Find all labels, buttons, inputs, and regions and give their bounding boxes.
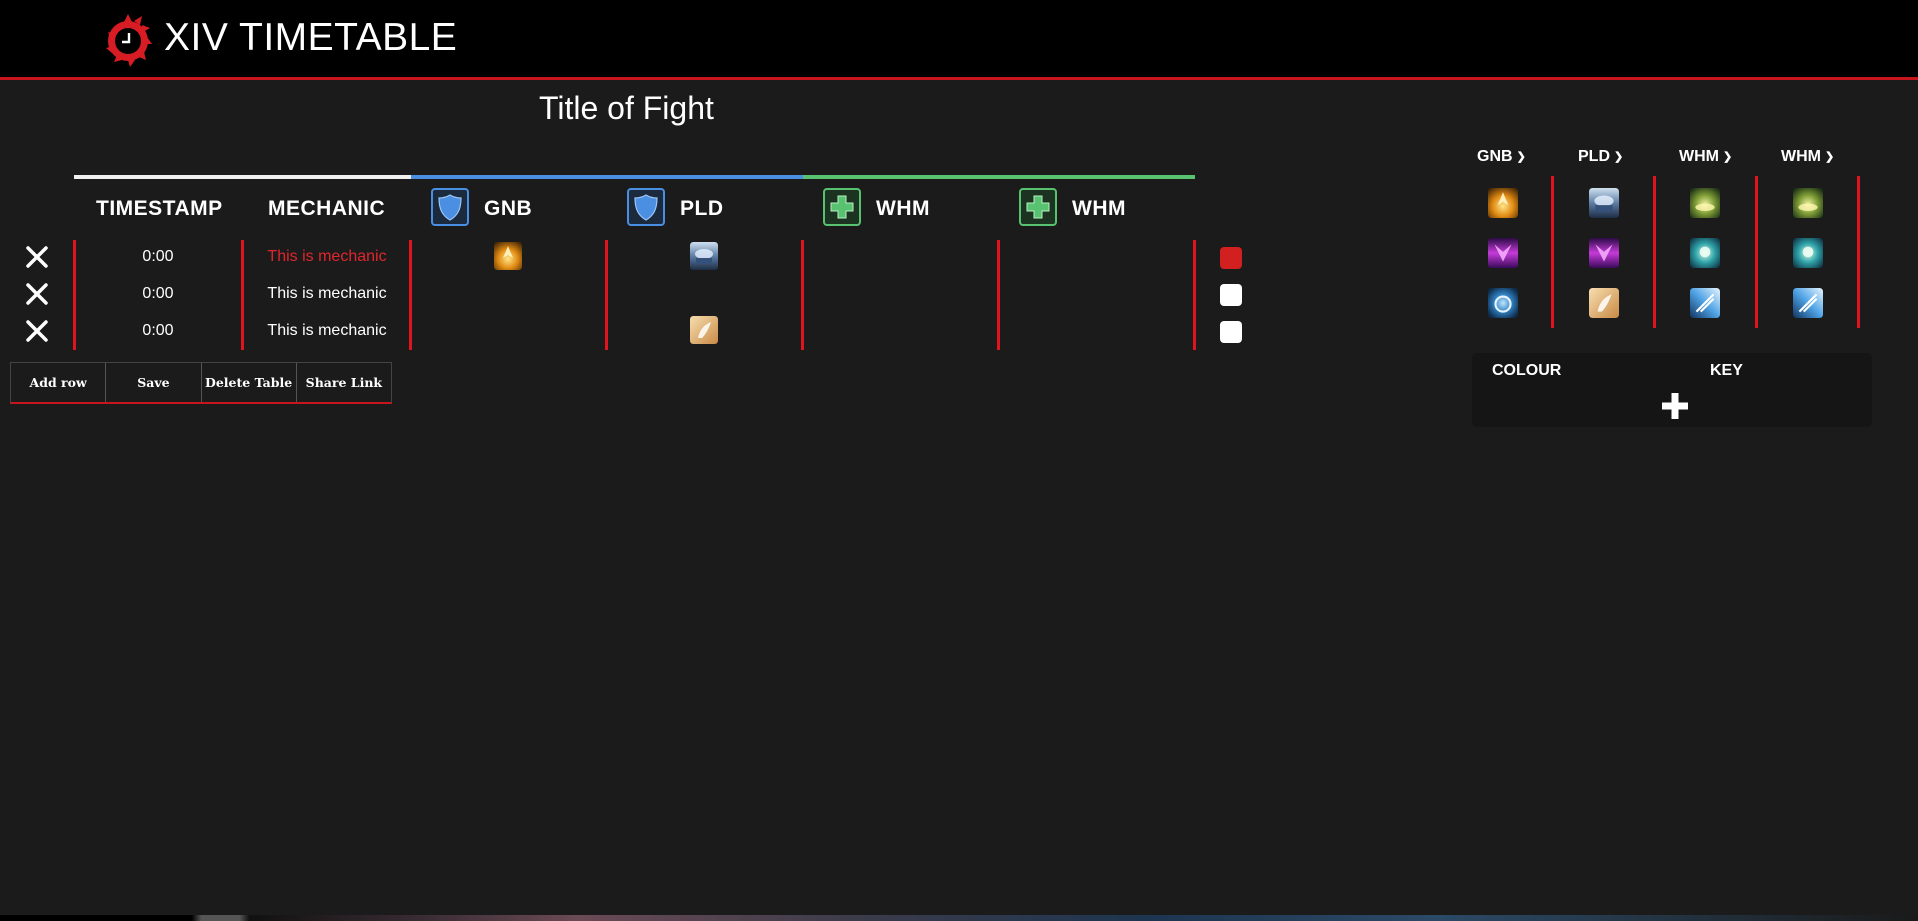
gnb-skill-icon[interactable] (494, 242, 522, 270)
whm-skill-icon-2[interactable] (1690, 238, 1720, 268)
taskbar-strip (0, 915, 1918, 921)
palette-divider (1857, 176, 1860, 328)
colour-key-legend: COLOUR KEY (1472, 353, 1872, 427)
whm-skill-icon-3[interactable] (1793, 288, 1823, 318)
palette-job-label: PLD (1578, 148, 1610, 165)
row-timestamp[interactable]: 0:00 (118, 322, 198, 340)
legend-colour-header: COLOUR (1492, 362, 1562, 379)
palette-job-label: WHM (1679, 148, 1719, 165)
whm-skill-icon-2[interactable] (1793, 238, 1823, 268)
whm-skill-icon-1[interactable] (1690, 188, 1720, 218)
column-divider (1193, 240, 1196, 350)
brand-title[interactable]: XIV TIMETABLE (164, 16, 457, 60)
row-mechanic[interactable]: This is mechanic (242, 248, 412, 266)
timetable-logo-icon[interactable] (102, 10, 154, 68)
column-header-mechanic: MECHANIC (268, 197, 386, 220)
plus-icon[interactable] (1660, 391, 1690, 421)
gnb-skill-icon-1[interactable] (1488, 188, 1518, 218)
column-header-job-3[interactable]: WHM (876, 197, 930, 221)
column-header-job-4[interactable]: WHM (1072, 197, 1126, 221)
chevron-down-icon: ❯ (1516, 151, 1526, 163)
pld-skill-icon-1[interactable] (1589, 188, 1619, 218)
delete-row-icon[interactable] (22, 316, 52, 346)
whm-skill-icon-3[interactable] (1690, 288, 1720, 318)
chevron-down-icon: ❯ (1722, 151, 1733, 163)
legend-key-header: KEY (1710, 362, 1743, 379)
row-timestamp[interactable]: 0:00 (118, 248, 198, 266)
healer-cross-icon (1019, 188, 1057, 226)
palette-divider (1551, 176, 1554, 328)
palette-job-label: GNB (1477, 148, 1513, 165)
pld-skill-icon-3[interactable] (1589, 288, 1619, 318)
whm-skill-icon-1[interactable] (1793, 188, 1823, 218)
chevron-down-icon: ❯ (1614, 151, 1624, 163)
gnb-skill-icon-2[interactable] (1488, 238, 1518, 268)
row-timestamp[interactable]: 0:00 (118, 285, 198, 303)
palette-job-select-1[interactable]: GNB ❯ (1477, 148, 1526, 166)
tank-shield-icon (627, 188, 665, 226)
pld-skill-icon-2[interactable] (1589, 238, 1619, 268)
delete-row-icon[interactable] (22, 242, 52, 272)
save-button[interactable]: Save (106, 363, 202, 402)
row-color-swatch[interactable] (1220, 284, 1242, 306)
palette-job-label: WHM (1781, 148, 1821, 165)
delete-table-button[interactable]: Delete Table (202, 363, 297, 402)
delete-row-icon[interactable] (22, 279, 52, 309)
pld-skill-icon-3[interactable] (690, 316, 718, 344)
column-divider (605, 240, 608, 350)
palette-job-select-4[interactable]: WHM ❯ (1781, 148, 1834, 166)
palette-divider (1755, 176, 1758, 328)
row-color-swatch[interactable] (1220, 321, 1242, 343)
row-mechanic[interactable]: This is mechanic (242, 322, 412, 340)
palette-divider (1653, 176, 1656, 328)
row-color-swatch[interactable] (1220, 247, 1242, 269)
tank-shield-icon (431, 188, 469, 226)
table-actions: Add row Save Delete Table Share Link (10, 362, 392, 404)
row-mechanic[interactable]: This is mechanic (242, 285, 412, 303)
column-divider (73, 240, 76, 350)
chevron-down-icon: ❯ (1824, 151, 1835, 163)
role-bar-tank (411, 175, 803, 179)
pld-skill-icon[interactable] (690, 242, 718, 270)
column-header-job-1[interactable]: GNB (484, 197, 532, 221)
share-link-button[interactable]: Share Link (297, 363, 391, 402)
column-divider (801, 240, 804, 350)
column-divider (997, 240, 1000, 350)
palette-job-select-2[interactable]: PLD ❯ (1578, 148, 1623, 166)
top-navbar: XIV TIMETABLE (0, 0, 1918, 80)
healer-cross-icon (823, 188, 861, 226)
fight-title[interactable]: Title of Fight (539, 90, 714, 127)
palette-job-select-3[interactable]: WHM ❯ (1679, 148, 1732, 166)
gnb-skill-icon-3[interactable] (1488, 288, 1518, 318)
role-bar-general (74, 175, 411, 179)
add-row-button[interactable]: Add row (11, 363, 107, 402)
role-bar-healer (803, 175, 1195, 179)
column-header-job-2[interactable]: PLD (680, 197, 724, 221)
column-header-timestamp: TIMESTAMP (96, 197, 223, 220)
